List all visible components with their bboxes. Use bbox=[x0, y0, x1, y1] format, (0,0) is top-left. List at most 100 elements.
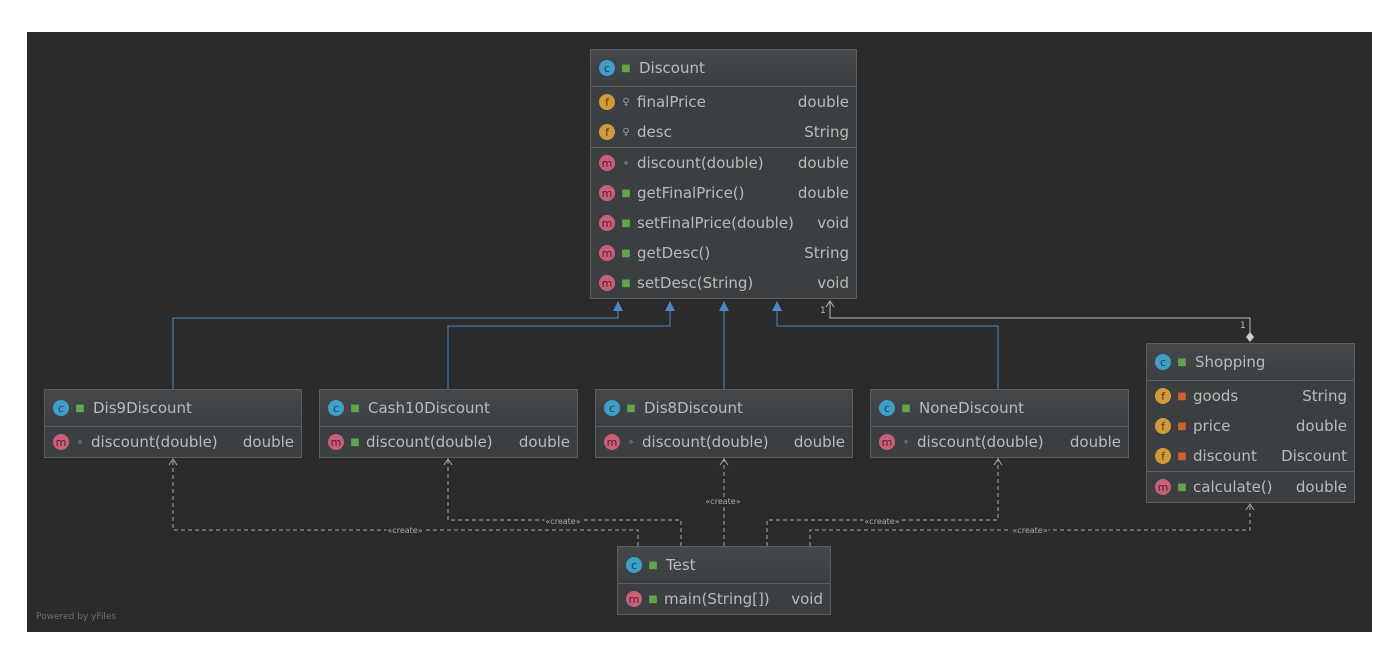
class-icon: c bbox=[53, 400, 69, 416]
method-icon: m bbox=[599, 245, 615, 261]
public-visibility-icon: ■ bbox=[75, 402, 85, 414]
methods-section: m ■ discount(double) double bbox=[320, 427, 577, 457]
field-row[interactable]: f ■ goods String bbox=[1147, 381, 1354, 411]
class-box-dis8discount[interactable]: c ■ Dis8Discount m ∘ discount(double) do… bbox=[595, 389, 853, 458]
member-name: main(String[]) bbox=[664, 590, 770, 608]
method-row[interactable]: m ■ main(String[]) void bbox=[618, 584, 830, 614]
public-visibility-icon: ■ bbox=[901, 402, 911, 414]
class-header[interactable]: c ■ Discount bbox=[591, 50, 856, 87]
class-name: Dis9Discount bbox=[93, 399, 192, 417]
public-visibility-icon: ■ bbox=[350, 436, 360, 448]
field-row[interactable]: f ♀ desc String bbox=[591, 117, 856, 147]
method-row[interactable]: m ■ setFinalPrice(double) void bbox=[591, 208, 856, 238]
package-visibility-icon: ∘ bbox=[622, 157, 630, 169]
public-visibility-icon: ■ bbox=[621, 62, 631, 74]
member-name: discount(double) bbox=[642, 433, 769, 451]
member-name: setFinalPrice(double) bbox=[637, 214, 794, 232]
method-row[interactable]: m ■ getDesc() String bbox=[591, 238, 856, 268]
method-row[interactable]: m ∘ discount(double) double bbox=[871, 427, 1128, 457]
class-header[interactable]: c ■ Cash10Discount bbox=[320, 390, 577, 427]
member-name: discount(double) bbox=[917, 433, 1044, 451]
protected-visibility-icon: ♀ bbox=[622, 96, 630, 108]
method-icon: m bbox=[626, 591, 642, 607]
member-type: void bbox=[791, 590, 823, 608]
methods-section: m ■ main(String[]) void bbox=[618, 584, 830, 614]
field-icon: f bbox=[599, 124, 615, 140]
member-name: discount(double) bbox=[366, 433, 493, 451]
member-type: double bbox=[242, 433, 294, 451]
inheritance-edge bbox=[447, 301, 671, 389]
method-icon: m bbox=[879, 434, 895, 450]
class-box-test[interactable]: c ■ Test m ■ main(String[]) void bbox=[617, 546, 831, 615]
member-type: double bbox=[1295, 478, 1347, 496]
class-name: Shopping bbox=[1195, 353, 1266, 371]
class-box-shopping[interactable]: c ■ Shopping f ■ goods String f ■ price … bbox=[1146, 343, 1355, 503]
member-name: setDesc(String) bbox=[637, 274, 754, 292]
public-visibility-icon: ■ bbox=[1177, 356, 1187, 368]
member-type: Discount bbox=[1281, 447, 1347, 465]
private-visibility-icon: ■ bbox=[1177, 390, 1187, 402]
class-box-discount[interactable]: c ■ Discount f ♀ finalPrice double f ♀ d… bbox=[590, 49, 857, 299]
member-type: double bbox=[797, 184, 849, 202]
method-row[interactable]: m ■ setDesc(String) void bbox=[591, 268, 856, 298]
class-name: Cash10Discount bbox=[368, 399, 490, 417]
multiplicity-label: 1 bbox=[820, 306, 826, 316]
inheritance-arrow-icon bbox=[613, 301, 623, 311]
class-box-dis9discount[interactable]: c ■ Dis9Discount m ∘ discount(double) do… bbox=[44, 389, 302, 458]
class-header[interactable]: c ■ Shopping bbox=[1147, 344, 1354, 381]
member-name: goods bbox=[1193, 387, 1239, 405]
member-name: desc bbox=[637, 123, 672, 141]
public-visibility-icon: ■ bbox=[648, 593, 658, 605]
class-box-nonediscount[interactable]: c ■ NoneDiscount m ∘ discount(double) do… bbox=[870, 389, 1129, 458]
member-type: double bbox=[797, 93, 849, 111]
class-header[interactable]: c ■ Dis9Discount bbox=[45, 390, 301, 427]
create-label: «create» bbox=[863, 517, 901, 526]
class-icon: c bbox=[604, 400, 620, 416]
field-row[interactable]: f ■ discount Discount bbox=[1147, 441, 1354, 471]
method-row[interactable]: m ■ discount(double) double bbox=[320, 427, 577, 457]
method-row[interactable]: m ∘ discount(double) double bbox=[45, 427, 301, 457]
methods-section: m ∘ discount(double) double bbox=[596, 427, 852, 457]
member-name: price bbox=[1193, 417, 1231, 435]
member-type: String bbox=[804, 244, 849, 262]
inheritance-edge bbox=[776, 301, 999, 389]
public-visibility-icon: ■ bbox=[621, 277, 631, 289]
member-type: double bbox=[518, 433, 570, 451]
member-type: double bbox=[797, 154, 849, 172]
method-row[interactable]: m ■ getFinalPrice() double bbox=[591, 178, 856, 208]
method-icon: m bbox=[599, 185, 615, 201]
field-icon: f bbox=[1155, 448, 1171, 464]
class-name: NoneDiscount bbox=[919, 399, 1024, 417]
method-row[interactable]: m ∘ discount(double) double bbox=[596, 427, 852, 457]
method-row[interactable]: m ∘ discount(double) double bbox=[591, 148, 856, 178]
public-visibility-icon: ■ bbox=[350, 402, 360, 414]
member-type: void bbox=[817, 274, 849, 292]
field-row[interactable]: f ♀ finalPrice double bbox=[591, 87, 856, 117]
private-visibility-icon: ■ bbox=[1177, 450, 1187, 462]
member-type: void bbox=[817, 214, 849, 232]
class-header[interactable]: c ■ NoneDiscount bbox=[871, 390, 1128, 427]
member-name: discount bbox=[1193, 447, 1257, 465]
public-visibility-icon: ■ bbox=[1177, 481, 1187, 493]
member-name: getFinalPrice() bbox=[637, 184, 745, 202]
class-icon: c bbox=[328, 400, 344, 416]
inheritance-arrow-icon bbox=[772, 301, 782, 311]
class-name: Test bbox=[666, 556, 696, 574]
member-type: String bbox=[804, 123, 849, 141]
class-header[interactable]: c ■ Dis8Discount bbox=[596, 390, 852, 427]
methods-section: m ■ calculate() double bbox=[1147, 472, 1354, 502]
public-visibility-icon: ■ bbox=[626, 402, 636, 414]
create-dependency-edge bbox=[447, 458, 682, 546]
field-row[interactable]: f ■ price double bbox=[1147, 411, 1354, 441]
methods-section: m ∘ discount(double) double m ■ getFinal… bbox=[591, 148, 856, 298]
methods-section: m ∘ discount(double) double bbox=[871, 427, 1128, 457]
create-label: «create» bbox=[386, 526, 424, 535]
method-icon: m bbox=[599, 155, 615, 171]
class-box-cash10discount[interactable]: c ■ Cash10Discount m ■ discount(double) … bbox=[319, 389, 578, 458]
method-row[interactable]: m ■ calculate() double bbox=[1147, 472, 1354, 502]
class-header[interactable]: c ■ Test bbox=[618, 547, 830, 584]
method-icon: m bbox=[53, 434, 69, 450]
fields-section: f ■ goods String f ■ price double f ■ di… bbox=[1147, 381, 1354, 472]
method-icon: m bbox=[599, 215, 615, 231]
member-type: double bbox=[793, 433, 845, 451]
